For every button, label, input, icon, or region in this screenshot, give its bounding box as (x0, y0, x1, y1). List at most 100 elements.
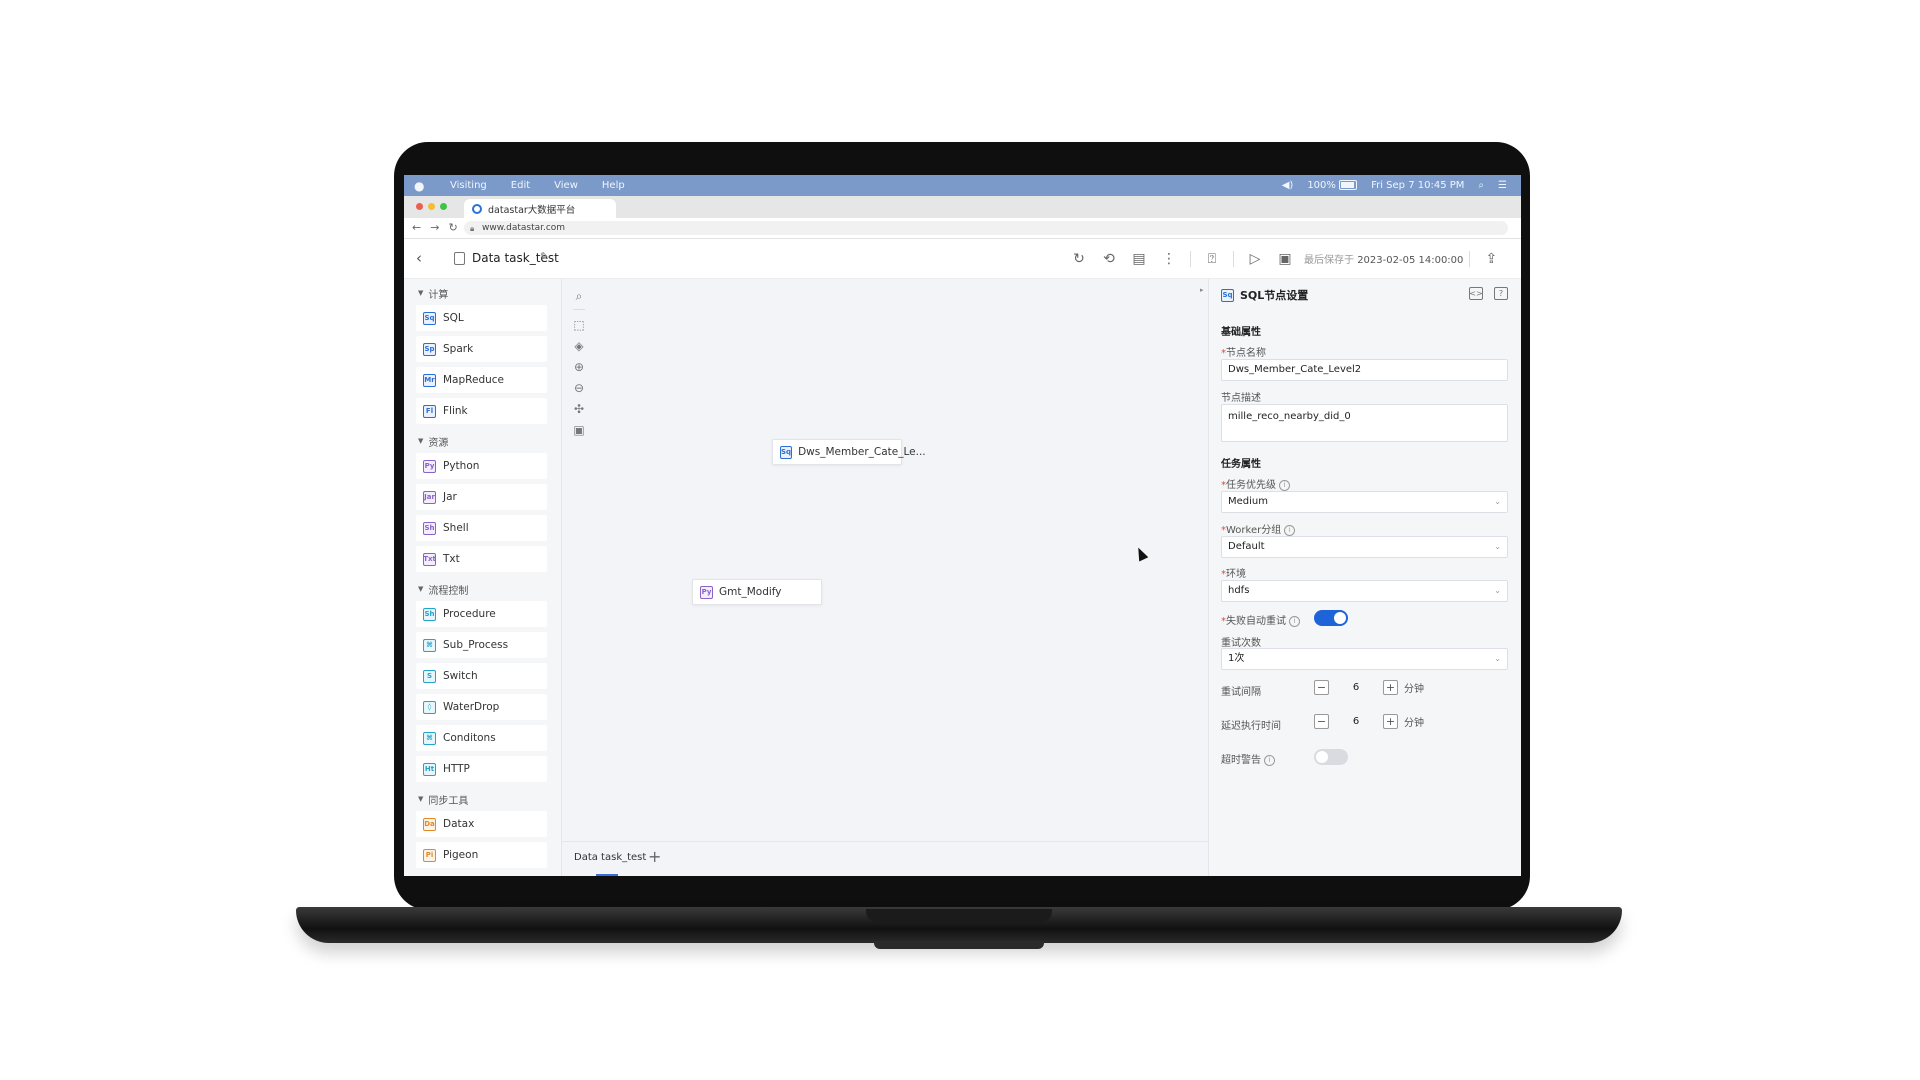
palette-item-waterdrop[interactable]: ◊ WaterDrop (416, 694, 547, 720)
maximize-window-button[interactable] (440, 203, 447, 210)
palette-section-header[interactable]: ▼ 计算 (404, 281, 561, 305)
url-field[interactable]: 🔒︎ www.datastar.com (464, 221, 1508, 235)
save-icon[interactable]: ▣ (1276, 250, 1294, 268)
palette-item-label: Python (443, 460, 480, 472)
environment-select[interactable]: hdfs ⌄ (1221, 580, 1508, 602)
palette-item-http[interactable]: Ht HTTP (416, 756, 547, 782)
history-icon[interactable]: ⟲ (1100, 250, 1118, 268)
python-node-badge: Py (700, 585, 713, 599)
notification-center-icon[interactable]: ☰ (1498, 180, 1507, 191)
spotlight-search-icon[interactable]: ⌕ (1478, 180, 1484, 191)
decrement-button[interactable]: − (1314, 714, 1329, 729)
menu-edit[interactable]: Edit (511, 180, 530, 191)
palette-item-spark[interactable]: Sp Spark (416, 336, 547, 362)
palette-item-label: Txt (443, 553, 460, 565)
palette-item-txt[interactable]: Txt Txt (416, 546, 547, 572)
palette-section-header[interactable]: ▼ 流程控制 (404, 577, 561, 601)
panel-help-icon[interactable]: ? (1494, 287, 1508, 300)
menu-view[interactable]: View (554, 180, 578, 191)
browser-address-bar: ← → ↻ 🔒︎ www.datastar.com (404, 218, 1521, 239)
delay-value[interactable]: 6 (1329, 716, 1383, 727)
node-type-badge: Ht (423, 762, 436, 776)
node-name-input[interactable]: Dws_Member_Cate_Level2 (1221, 359, 1508, 381)
info-icon[interactable]: i (1284, 524, 1296, 536)
mouse-cursor (1133, 545, 1149, 562)
toggle-knob (1334, 612, 1346, 624)
palette-section-header[interactable]: ▼ 资源 (404, 429, 561, 453)
palette-item-procedure[interactable]: Sh Procedure (416, 601, 547, 627)
palette-item-python[interactable]: Py Python (416, 453, 547, 479)
app-header: ‹ Data task_test ✎ ↻ ⟲ ▤ ⋮ ⍰ ▷ ▣ 最后保存于 2… (404, 239, 1521, 279)
publish-upload-icon[interactable]: ⇪ (1482, 250, 1500, 268)
help-icon[interactable]: ⍰ (1203, 250, 1221, 268)
refresh-icon[interactable]: ↻ (1070, 250, 1088, 268)
retry-count-select[interactable]: 1次 ⌄ (1221, 648, 1508, 670)
code-view-icon[interactable]: <> (1469, 287, 1483, 300)
palette-item-shell[interactable]: Sh Shell (416, 515, 547, 541)
menu-help[interactable]: Help (602, 180, 625, 191)
info-icon[interactable]: i (1264, 754, 1275, 766)
decrement-button[interactable]: − (1314, 680, 1329, 695)
sql-node[interactable]: Sq Dws_Member_Cate_Le... (772, 439, 926, 465)
reload-icon[interactable]: ↻ (448, 221, 457, 234)
format-icon[interactable]: ▤ (1130, 250, 1148, 268)
select-box-icon[interactable]: ⬚ (570, 316, 588, 334)
lock-icon: 🔒︎ (470, 224, 475, 233)
back-arrow-icon[interactable]: ← (412, 221, 421, 234)
palette-item-flink[interactable]: Fl Flink (416, 398, 547, 424)
palette-item-jar[interactable]: Jar Jar (416, 484, 547, 510)
timeout-warning-toggle[interactable] (1314, 749, 1348, 765)
volume-icon[interactable]: ◀) (1282, 180, 1294, 191)
worker-group-select[interactable]: Default ⌄ (1221, 536, 1508, 558)
node-type-badge: Sq (423, 311, 436, 325)
forward-arrow-icon[interactable]: → (430, 221, 439, 234)
menu-visiting[interactable]: Visiting (450, 180, 487, 191)
more-vertical-icon[interactable]: ⋮ (1160, 250, 1178, 268)
increment-button[interactable]: + (1383, 714, 1398, 729)
zoom-out-icon[interactable]: ⊖ (570, 379, 588, 397)
battery-status[interactable]: 100% (1307, 180, 1358, 191)
node-type-badge: Pi (423, 848, 436, 862)
palette-item-datax[interactable]: Da Datax (416, 811, 547, 837)
add-tab-button[interactable]: + (648, 847, 661, 866)
zoom-in-icon[interactable]: ⊕ (570, 358, 588, 376)
palette-item-switch[interactable]: S Switch (416, 663, 547, 689)
increment-button[interactable]: + (1383, 680, 1398, 695)
retry-interval-value[interactable]: 6 (1329, 682, 1383, 693)
close-window-button[interactable] (416, 203, 423, 210)
caret-down-icon: ▼ (418, 437, 424, 445)
palette-item-pigeon[interactable]: Pi Pigeon (416, 842, 547, 868)
palette-item-mapreduce[interactable]: Mr MapReduce (416, 367, 547, 393)
last-saved-text: 最后保存于 2023-02-05 14:00:00 (1304, 255, 1464, 266)
layers-icon[interactable]: ◈ (570, 337, 588, 355)
workflow-tab[interactable]: Data task_test (574, 852, 646, 863)
python-node[interactable]: Py Gmt_Modify (692, 579, 822, 605)
toolbar-divider (1233, 250, 1234, 267)
apple-icon[interactable]: ● (414, 179, 428, 193)
actual-size-icon[interactable]: ▣ (570, 421, 588, 439)
palette-item-sql[interactable]: Sq SQL (416, 305, 547, 331)
minimize-window-button[interactable] (428, 203, 435, 210)
run-icon[interactable]: ▷ (1246, 250, 1264, 268)
panel-header: Sq SQL节点设置 <> ? (1209, 279, 1521, 311)
palette-item-label: MapReduce (443, 374, 504, 386)
clock[interactable]: Fri Sep 7 10:45 PM (1371, 180, 1464, 191)
priority-select[interactable]: Medium ⌄ (1221, 491, 1508, 513)
node-desc-textarea[interactable]: mille_reco_nearby_did_0 (1221, 404, 1508, 442)
edit-pencil-icon[interactable]: ✎ (540, 250, 549, 263)
palette-item-conditons[interactable]: ⌘ Conditons (416, 725, 547, 751)
collapse-panel-icon[interactable]: ▸ (1200, 286, 1204, 294)
info-icon[interactable]: i (1289, 615, 1300, 627)
info-icon[interactable]: i (1279, 479, 1290, 491)
browser-tab[interactable]: datastar大数据平台 (464, 199, 616, 218)
browser-tabbar: datastar大数据平台 (404, 196, 1521, 218)
auto-retry-toggle[interactable] (1314, 610, 1348, 626)
search-icon[interactable]: ⌕ (570, 287, 588, 305)
back-chevron-icon[interactable]: ‹ (416, 249, 422, 267)
palette-section-header[interactable]: ▼ 同步工具 (404, 787, 561, 811)
node-desc-label: 节点描述 (1221, 393, 1261, 404)
fit-view-icon[interactable]: ✣ (570, 400, 588, 418)
retry-interval-label: 重试间隔 (1221, 687, 1261, 698)
node-palette: ▼ 计算 Sq SQL Sp Spark Mr MapReduce Fl Flink ▼ 资源 Py Py… (404, 279, 562, 876)
palette-item-sub-process[interactable]: ⌘ Sub_Process (416, 632, 547, 658)
